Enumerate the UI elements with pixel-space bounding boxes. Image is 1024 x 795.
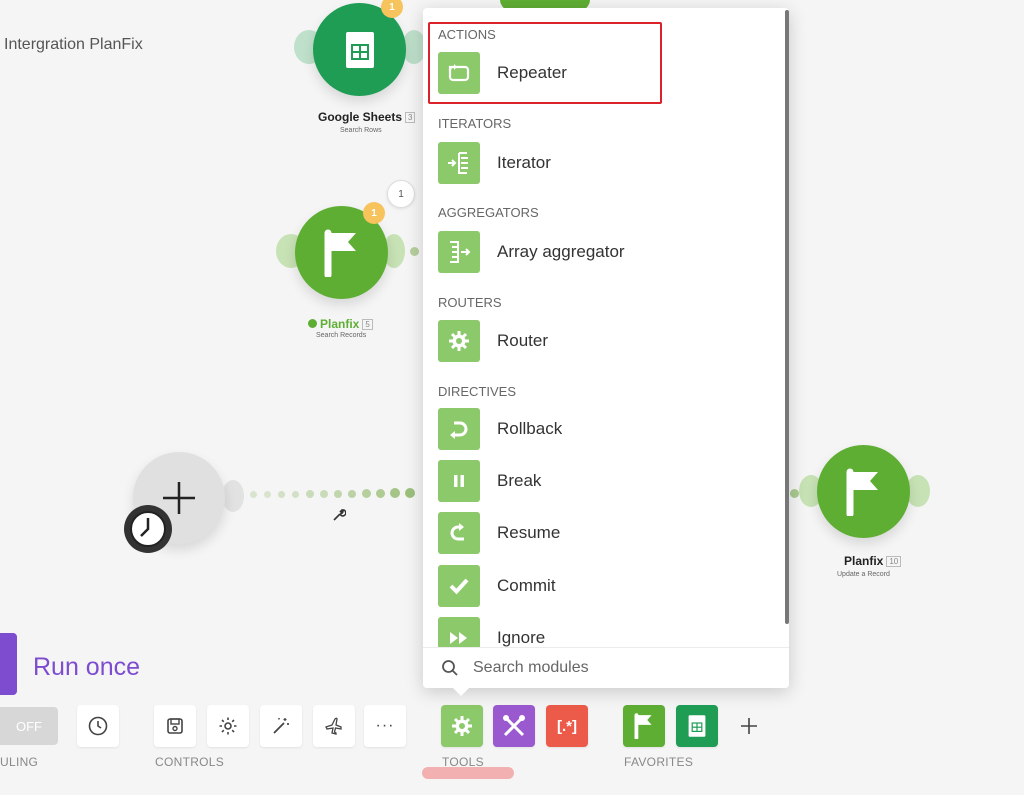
operations-badge[interactable]: 1 [363, 202, 385, 224]
resume-icon [438, 512, 480, 554]
flow-control-button[interactable] [441, 705, 483, 747]
module-picker-popup: ACTIONS Repeater ITERATORS Iterator AGGR… [423, 8, 789, 688]
module-name: Planfix 10 [844, 554, 902, 568]
repeater-highlight-box [428, 22, 662, 104]
run-once-button[interactable] [0, 633, 17, 695]
aggregator-icon [438, 231, 480, 273]
brackets-icon: [.*] [557, 717, 577, 735]
gear-icon [438, 320, 480, 362]
module-item-commit[interactable]: Commit [438, 564, 738, 608]
module-ear [222, 480, 244, 512]
module-search [423, 647, 789, 688]
planfix-flag-icon [634, 713, 652, 739]
sheets-icon [345, 31, 374, 68]
run-once-label[interactable]: Run once [33, 653, 140, 682]
controls-label: CONTROLS [155, 755, 225, 769]
module-subtitle: Search Records [316, 332, 367, 339]
airplane-icon [325, 717, 342, 735]
module-item-break[interactable]: Break [438, 459, 738, 503]
explain-flow-button[interactable] [313, 705, 355, 747]
favorite-sheets-button[interactable] [676, 705, 718, 747]
text-parser-button[interactable]: [.*] [546, 705, 588, 747]
category-title: AGGREGATORS [438, 205, 539, 220]
module-item-resume[interactable]: Resume [438, 511, 738, 555]
sheets-icon [688, 715, 706, 737]
module-name: Google Sheets 3 [318, 110, 416, 124]
gear-icon [219, 717, 237, 735]
success-check-icon [308, 319, 317, 328]
schedule-button[interactable] [77, 705, 119, 747]
plus-icon [741, 718, 757, 734]
module-item-ignore[interactable]: Ignore [438, 616, 738, 648]
module-list[interactable]: ACTIONS Repeater ITERATORS Iterator AGGR… [423, 8, 789, 648]
save-icon [167, 718, 183, 734]
rollback-icon [438, 408, 480, 450]
module-item-router[interactable]: Router [438, 319, 738, 363]
module-subtitle: Update a Record [837, 571, 890, 578]
magic-wand-icon [273, 718, 289, 734]
tools-button[interactable] [493, 705, 535, 747]
favorite-planfix-button[interactable] [623, 705, 665, 747]
auto-align-button[interactable] [260, 705, 302, 747]
popup-pointer [451, 686, 471, 696]
module-name: Planfix 5 [308, 317, 373, 331]
add-favorite-button[interactable] [728, 705, 770, 747]
fast-forward-icon [438, 617, 480, 648]
favorites-label: FAVORITES [624, 755, 694, 769]
wrench-icon[interactable] [332, 508, 347, 527]
scheduling-toggle[interactable]: OFF [0, 707, 58, 745]
module-item-iterator[interactable]: Iterator [438, 141, 738, 185]
planfix-update-module[interactable] [817, 445, 910, 538]
clock-icon [88, 716, 108, 736]
category-title: ITERATORS [438, 116, 512, 131]
tools-icon [503, 715, 525, 737]
planfix-flag-icon [846, 468, 878, 516]
module-item-array-aggregator[interactable]: Array aggregator [438, 230, 738, 274]
popup-scrollbar[interactable] [785, 10, 789, 624]
schedule-clock-icon[interactable] [124, 505, 172, 553]
module-item-rollback[interactable]: Rollback [438, 407, 738, 451]
operations-badge[interactable]: 1 [381, 0, 403, 18]
check-icon [438, 565, 480, 607]
module-subtitle: Search Rows [340, 127, 382, 134]
search-icon [442, 660, 458, 676]
settings-button[interactable] [207, 705, 249, 747]
tools-highlight-mark [422, 767, 514, 779]
iterator-icon [438, 142, 480, 184]
scheduling-label: ULING [0, 755, 39, 769]
scenario-title: Intergration PlanFix [4, 36, 143, 53]
planfix-flag-icon [324, 229, 356, 277]
category-title: DIRECTIVES [438, 384, 517, 399]
more-button[interactable]: ··· [364, 705, 406, 747]
category-title: ROUTERS [438, 295, 502, 310]
bundle-count-bubble[interactable]: 1 [387, 180, 415, 208]
save-button[interactable] [154, 705, 196, 747]
gear-icon [452, 716, 472, 736]
search-modules-input[interactable] [471, 658, 775, 678]
more-dots-icon: ··· [375, 717, 395, 734]
pause-icon [438, 460, 480, 502]
